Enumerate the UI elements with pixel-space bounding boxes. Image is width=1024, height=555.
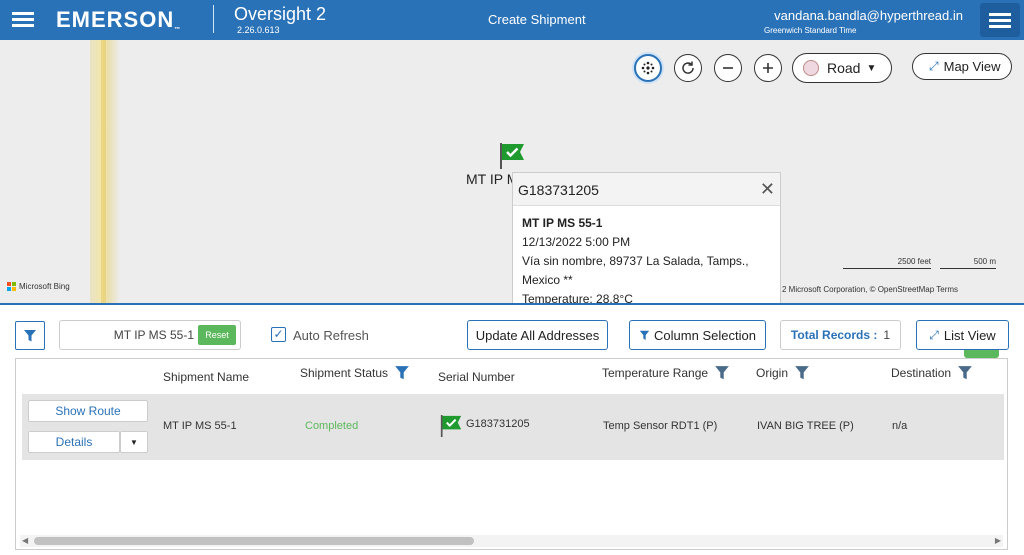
scroll-left-icon[interactable]: ◀ — [22, 536, 28, 545]
map-road-line — [101, 40, 106, 304]
cluster-icon — [641, 61, 655, 75]
expand-icon: ⤢ — [929, 59, 939, 73]
scrollbar-thumb[interactable] — [34, 537, 474, 545]
cell-shipment-name: MT IP MS 55-1 — [163, 420, 237, 432]
chevron-down-icon: ▼ — [130, 437, 138, 447]
microsoft-logo-icon — [7, 282, 16, 291]
total-records-label: Total Records : — [790, 328, 878, 342]
zoom-out-button[interactable] — [714, 54, 742, 82]
cluster-toggle-button[interactable] — [634, 54, 662, 82]
top-header: EMERSON™ Oversight 2 2.26.0.613 Create S… — [0, 0, 1024, 40]
close-icon[interactable]: ✕ — [760, 179, 775, 200]
column-selection-button[interactable]: Column Selection — [629, 320, 766, 350]
list-view-button[interactable]: ⤢ List View — [916, 320, 1009, 350]
page-title: Create Shipment — [488, 12, 586, 27]
list-view-indicator — [964, 350, 999, 358]
column-filter-icon[interactable] — [794, 365, 810, 381]
column-filter-icon[interactable] — [394, 365, 410, 381]
chevron-down-icon: ▼ — [866, 62, 877, 74]
header-divider — [213, 5, 214, 33]
map-area[interactable]: Road ▼ ⤢ Map View MT IP M G183731205 ✕ M… — [0, 40, 1024, 304]
cell-status: Completed — [305, 420, 359, 432]
popup-shipment-name: MT IP MS 55-1 — [522, 216, 603, 230]
user-timezone: Greenwich Standard Time — [764, 26, 857, 35]
app-version: 2.26.0.613 — [237, 25, 280, 35]
map-view-label: Map View — [943, 59, 1001, 74]
filter-icon — [24, 329, 36, 341]
column-filter-icon[interactable] — [714, 365, 730, 381]
shipments-table: Shipment Name Shipment Status Serial Num… — [15, 358, 1008, 550]
bing-logo: Microsoft Bing — [7, 282, 70, 291]
map-copyright: 2 Microsoft Corporation, © OpenStreetMap… — [782, 285, 959, 294]
user-email[interactable]: vandana.bandla@hyperthread.in — [774, 8, 963, 23]
filter-icon — [639, 330, 650, 340]
column-header-shipment-status[interactable]: Shipment Status — [300, 365, 410, 381]
column-header-serial-number[interactable]: Serial Number — [438, 370, 515, 384]
scroll-right-icon[interactable]: ▶ — [995, 536, 1001, 545]
auto-refresh-checkbox[interactable]: ✓ — [271, 327, 286, 342]
total-records: Total Records : 1 — [780, 320, 901, 350]
refresh-icon — [682, 61, 694, 74]
plus-icon — [763, 63, 773, 73]
column-selection-label: Column Selection — [654, 327, 756, 343]
filter-toggle-button[interactable] — [15, 321, 45, 350]
column-header-shipment-name[interactable]: Shipment Name — [163, 370, 249, 384]
cell-temperature-range: Temp Sensor RDT1 (P) — [603, 420, 718, 432]
search-input[interactable] — [64, 326, 194, 344]
auto-refresh-label: Auto Refresh — [293, 328, 369, 343]
column-header-origin[interactable]: Origin — [756, 365, 810, 381]
popup-address: Vía sin nombre, 89737 La Salada, Tamps.,… — [522, 254, 749, 287]
table-row[interactable]: Show Route Details ▼ MT IP MS 55-1 Compl… — [22, 394, 1004, 460]
update-all-addresses-button[interactable]: Update All Addresses — [467, 320, 608, 350]
scale-meters: 500 m — [940, 257, 996, 269]
column-header-destination[interactable]: Destination — [891, 365, 973, 381]
column-header-temperature-range[interactable]: Temperature Range — [602, 365, 730, 381]
refresh-map-button[interactable] — [674, 54, 702, 82]
minus-icon — [723, 67, 733, 69]
user-menu-icon — [989, 10, 1013, 30]
cell-serial-number[interactable]: G183731205 — [466, 418, 530, 430]
main-menu-icon[interactable] — [12, 9, 36, 29]
popup-title: G183731205 — [513, 173, 780, 206]
map-style-dropdown[interactable]: Road ▼ — [792, 53, 892, 83]
shipment-flag-icon — [440, 415, 462, 437]
column-filter-icon[interactable] — [957, 365, 973, 381]
expand-icon: ⤢ — [929, 327, 939, 342]
details-button[interactable]: Details — [28, 431, 120, 453]
shipment-flag-marker[interactable] — [499, 143, 525, 169]
zoom-in-button[interactable] — [754, 54, 782, 82]
user-menu-button[interactable] — [980, 3, 1020, 37]
cell-destination: n/a — [892, 420, 908, 432]
marker-label: MT IP M — [466, 171, 519, 187]
scale-feet: 2500 feet — [843, 257, 931, 269]
reset-button[interactable]: Reset — [198, 325, 236, 345]
total-records-value: 1 — [883, 328, 891, 342]
list-view-label: List View — [943, 327, 996, 343]
map-view-button[interactable]: ⤢ Map View — [912, 53, 1012, 80]
map-style-label: Road — [827, 60, 861, 76]
brand-logo: EMERSON™ — [56, 7, 182, 33]
popup-temperature: Temperature: 28.8°C — [522, 292, 633, 304]
show-route-button[interactable]: Show Route — [28, 400, 148, 422]
cell-origin: IVAN BIG TREE (P) — [757, 420, 854, 432]
details-dropdown-button[interactable]: ▼ — [120, 431, 148, 453]
horizontal-scrollbar[interactable]: ◀ ▶ — [20, 535, 1003, 547]
map-style-icon — [803, 60, 819, 76]
map-divider — [0, 303, 1024, 305]
marker-popup: G183731205 ✕ MT IP MS 55-1 12/13/2022 5:… — [512, 172, 781, 304]
app-name: Oversight 2 — [234, 4, 327, 24]
popup-datetime: 12/13/2022 5:00 PM — [522, 235, 631, 249]
